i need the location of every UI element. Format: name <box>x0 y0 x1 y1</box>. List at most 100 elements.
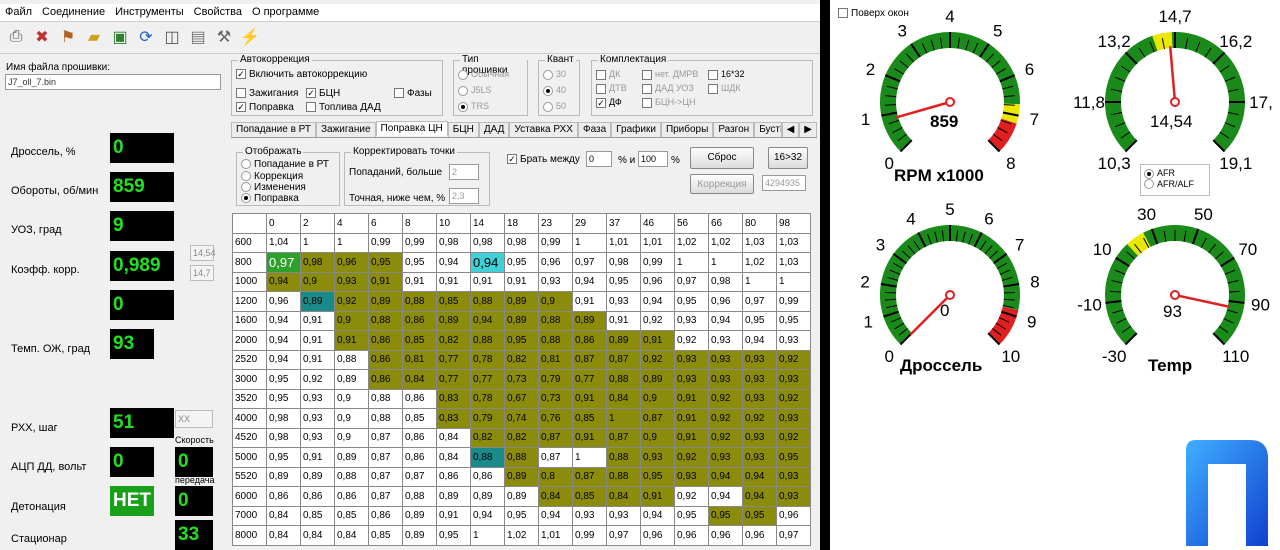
table-cell[interactable]: 0,96 <box>708 291 743 312</box>
table-cell[interactable]: 0,94 <box>572 271 607 292</box>
table-cell[interactable]: 0,88 <box>368 388 403 409</box>
autocorr-fix[interactable]: ✓ Поправка <box>236 102 294 113</box>
kvant-40-radio[interactable]: 40 <box>543 85 566 96</box>
table-cell[interactable]: 0,82 <box>470 427 505 448</box>
table-cell[interactable]: 0,91 <box>674 388 709 409</box>
fw-trs-radio[interactable]: TRS <box>458 101 489 112</box>
table-cell[interactable]: 1,02 <box>674 232 709 253</box>
table-cell[interactable]: 0,98 <box>436 232 471 253</box>
table-cell[interactable]: 0,94 <box>742 486 777 507</box>
table-cell[interactable]: 0,89 <box>640 369 675 390</box>
table-cell[interactable]: 0,97 <box>776 525 811 546</box>
table-cell[interactable]: 0,87 <box>538 447 573 468</box>
table-cell[interactable]: 0,89 <box>504 310 539 331</box>
table-cell[interactable]: 0,84 <box>436 427 471 448</box>
table-cell[interactable]: 0,89 <box>402 525 437 546</box>
table-cell[interactable]: 0,95 <box>504 505 539 526</box>
fw-normal-radio[interactable]: Обычная <box>458 69 509 80</box>
table-cell[interactable]: 0,92 <box>640 310 675 331</box>
table-cell[interactable]: 0,85 <box>334 505 369 526</box>
table-cell[interactable]: 0,96 <box>674 525 709 546</box>
kompl-1632[interactable]: 16*32 <box>708 69 745 80</box>
table-cell[interactable]: 0,93 <box>606 505 641 526</box>
tab-accel[interactable]: Разгон <box>713 122 755 137</box>
table-cell[interactable]: 1 <box>470 525 505 546</box>
table-cell[interactable]: 0,92 <box>708 408 743 429</box>
table-cell[interactable]: 0,89 <box>334 447 369 468</box>
table-cell[interactable]: 0,87 <box>572 349 607 370</box>
table-cell[interactable]: 0,91 <box>572 388 607 409</box>
table-cell[interactable]: 0,73 <box>504 369 539 390</box>
table-cell[interactable]: 0,87 <box>402 466 437 487</box>
table-cell[interactable]: 0,9 <box>640 427 675 448</box>
table-cell[interactable]: 0,91 <box>640 486 675 507</box>
table-cell[interactable]: 0,91 <box>470 271 505 292</box>
table-cell[interactable]: 0,87 <box>572 466 607 487</box>
table-cell[interactable]: 0,93 <box>742 369 777 390</box>
chip-icon[interactable]: ◫ <box>160 25 184 49</box>
autocorr-enable[interactable]: ✓ Включить автокоррекцию <box>236 69 367 80</box>
table-cell[interactable]: 0,93 <box>776 486 811 507</box>
table-cell[interactable]: 1 <box>606 408 641 429</box>
table-cell[interactable]: 0,93 <box>640 447 675 468</box>
table-cell[interactable]: 0,86 <box>572 330 607 351</box>
table-cell[interactable]: 0,9 <box>334 427 369 448</box>
table-cell[interactable]: 0,88 <box>402 291 437 312</box>
flash-icon[interactable]: ⚡ <box>238 25 262 49</box>
table-cell[interactable]: 0,98 <box>300 252 335 273</box>
table-cell[interactable]: 0,93 <box>742 388 777 409</box>
table-cell[interactable]: 0,82 <box>504 427 539 448</box>
table-cell[interactable]: 0,86 <box>266 486 301 507</box>
table-cell[interactable]: 0,93 <box>674 466 709 487</box>
tab-bcn[interactable]: БЦН <box>447 122 479 137</box>
table-cell[interactable]: 0,86 <box>402 310 437 331</box>
table-cell[interactable]: 0,94 <box>538 505 573 526</box>
table-cell[interactable]: 1 <box>300 232 335 253</box>
table-cell[interactable]: 0,91 <box>300 349 335 370</box>
table-cell[interactable]: 0,94 <box>742 330 777 351</box>
table-cell[interactable]: 0,92 <box>708 388 743 409</box>
table-cell[interactable]: 0,95 <box>776 310 811 331</box>
table-cell[interactable]: 0,89 <box>572 310 607 331</box>
table-cell[interactable]: 0,88 <box>504 447 539 468</box>
16-32-button[interactable]: 16>32 <box>768 147 808 169</box>
table-cell[interactable]: 0,77 <box>572 369 607 390</box>
table-cell[interactable]: 0,86 <box>436 466 471 487</box>
kvant-50-radio[interactable]: 50 <box>543 101 566 112</box>
table-cell[interactable]: 0,84 <box>538 486 573 507</box>
table-cell[interactable]: 0,9 <box>538 291 573 312</box>
kompl-bcn[interactable]: БЦН->ЦН <box>642 97 695 108</box>
table-cell[interactable]: 0,87 <box>368 447 403 468</box>
save-chip-icon[interactable]: ▣ <box>108 25 132 49</box>
table-cell[interactable]: 0,89 <box>504 291 539 312</box>
table-cell[interactable]: 0,91 <box>572 427 607 448</box>
table-cell[interactable]: 0,99 <box>776 291 811 312</box>
table-cell[interactable]: 0,96 <box>266 291 301 312</box>
table-cell[interactable]: 0,95 <box>266 388 301 409</box>
refresh-icon[interactable]: ⟳ <box>134 25 158 49</box>
table-cell[interactable]: 0,92 <box>674 486 709 507</box>
table-cell[interactable]: 0,89 <box>606 330 641 351</box>
clipboard-icon[interactable]: ▤ <box>186 25 210 49</box>
display-correction-radio[interactable]: Коррекция <box>241 171 303 182</box>
tab-graphs[interactable]: Графики <box>611 122 661 137</box>
table-cell[interactable]: 0,9 <box>300 271 335 292</box>
table-cell[interactable]: 0,93 <box>742 447 777 468</box>
table-cell[interactable]: 0,88 <box>470 291 505 312</box>
table-cell[interactable]: 0,94 <box>708 310 743 331</box>
table-cell[interactable]: 0,8 <box>538 466 573 487</box>
kvant-30-radio[interactable]: 30 <box>543 69 566 80</box>
table-cell[interactable]: 1 <box>674 252 709 273</box>
table-cell[interactable]: 0,89 <box>300 466 335 487</box>
table-cell[interactable]: 0,92 <box>334 291 369 312</box>
table-cell[interactable]: 0,84 <box>266 505 301 526</box>
table-cell[interactable]: 0,91 <box>436 271 471 292</box>
table-cell[interactable]: 0,98 <box>470 232 505 253</box>
table-cell[interactable]: 0,94 <box>742 466 777 487</box>
table-cell[interactable]: 0,84 <box>606 388 641 409</box>
table-cell[interactable]: 0,78 <box>470 388 505 409</box>
disconnect-icon[interactable]: ✖ <box>30 25 54 49</box>
tab-idle[interactable]: Уставка РХХ <box>509 122 578 137</box>
afr-radio[interactable]: AFR <box>1144 168 1206 179</box>
table-cell[interactable]: 0,92 <box>300 369 335 390</box>
